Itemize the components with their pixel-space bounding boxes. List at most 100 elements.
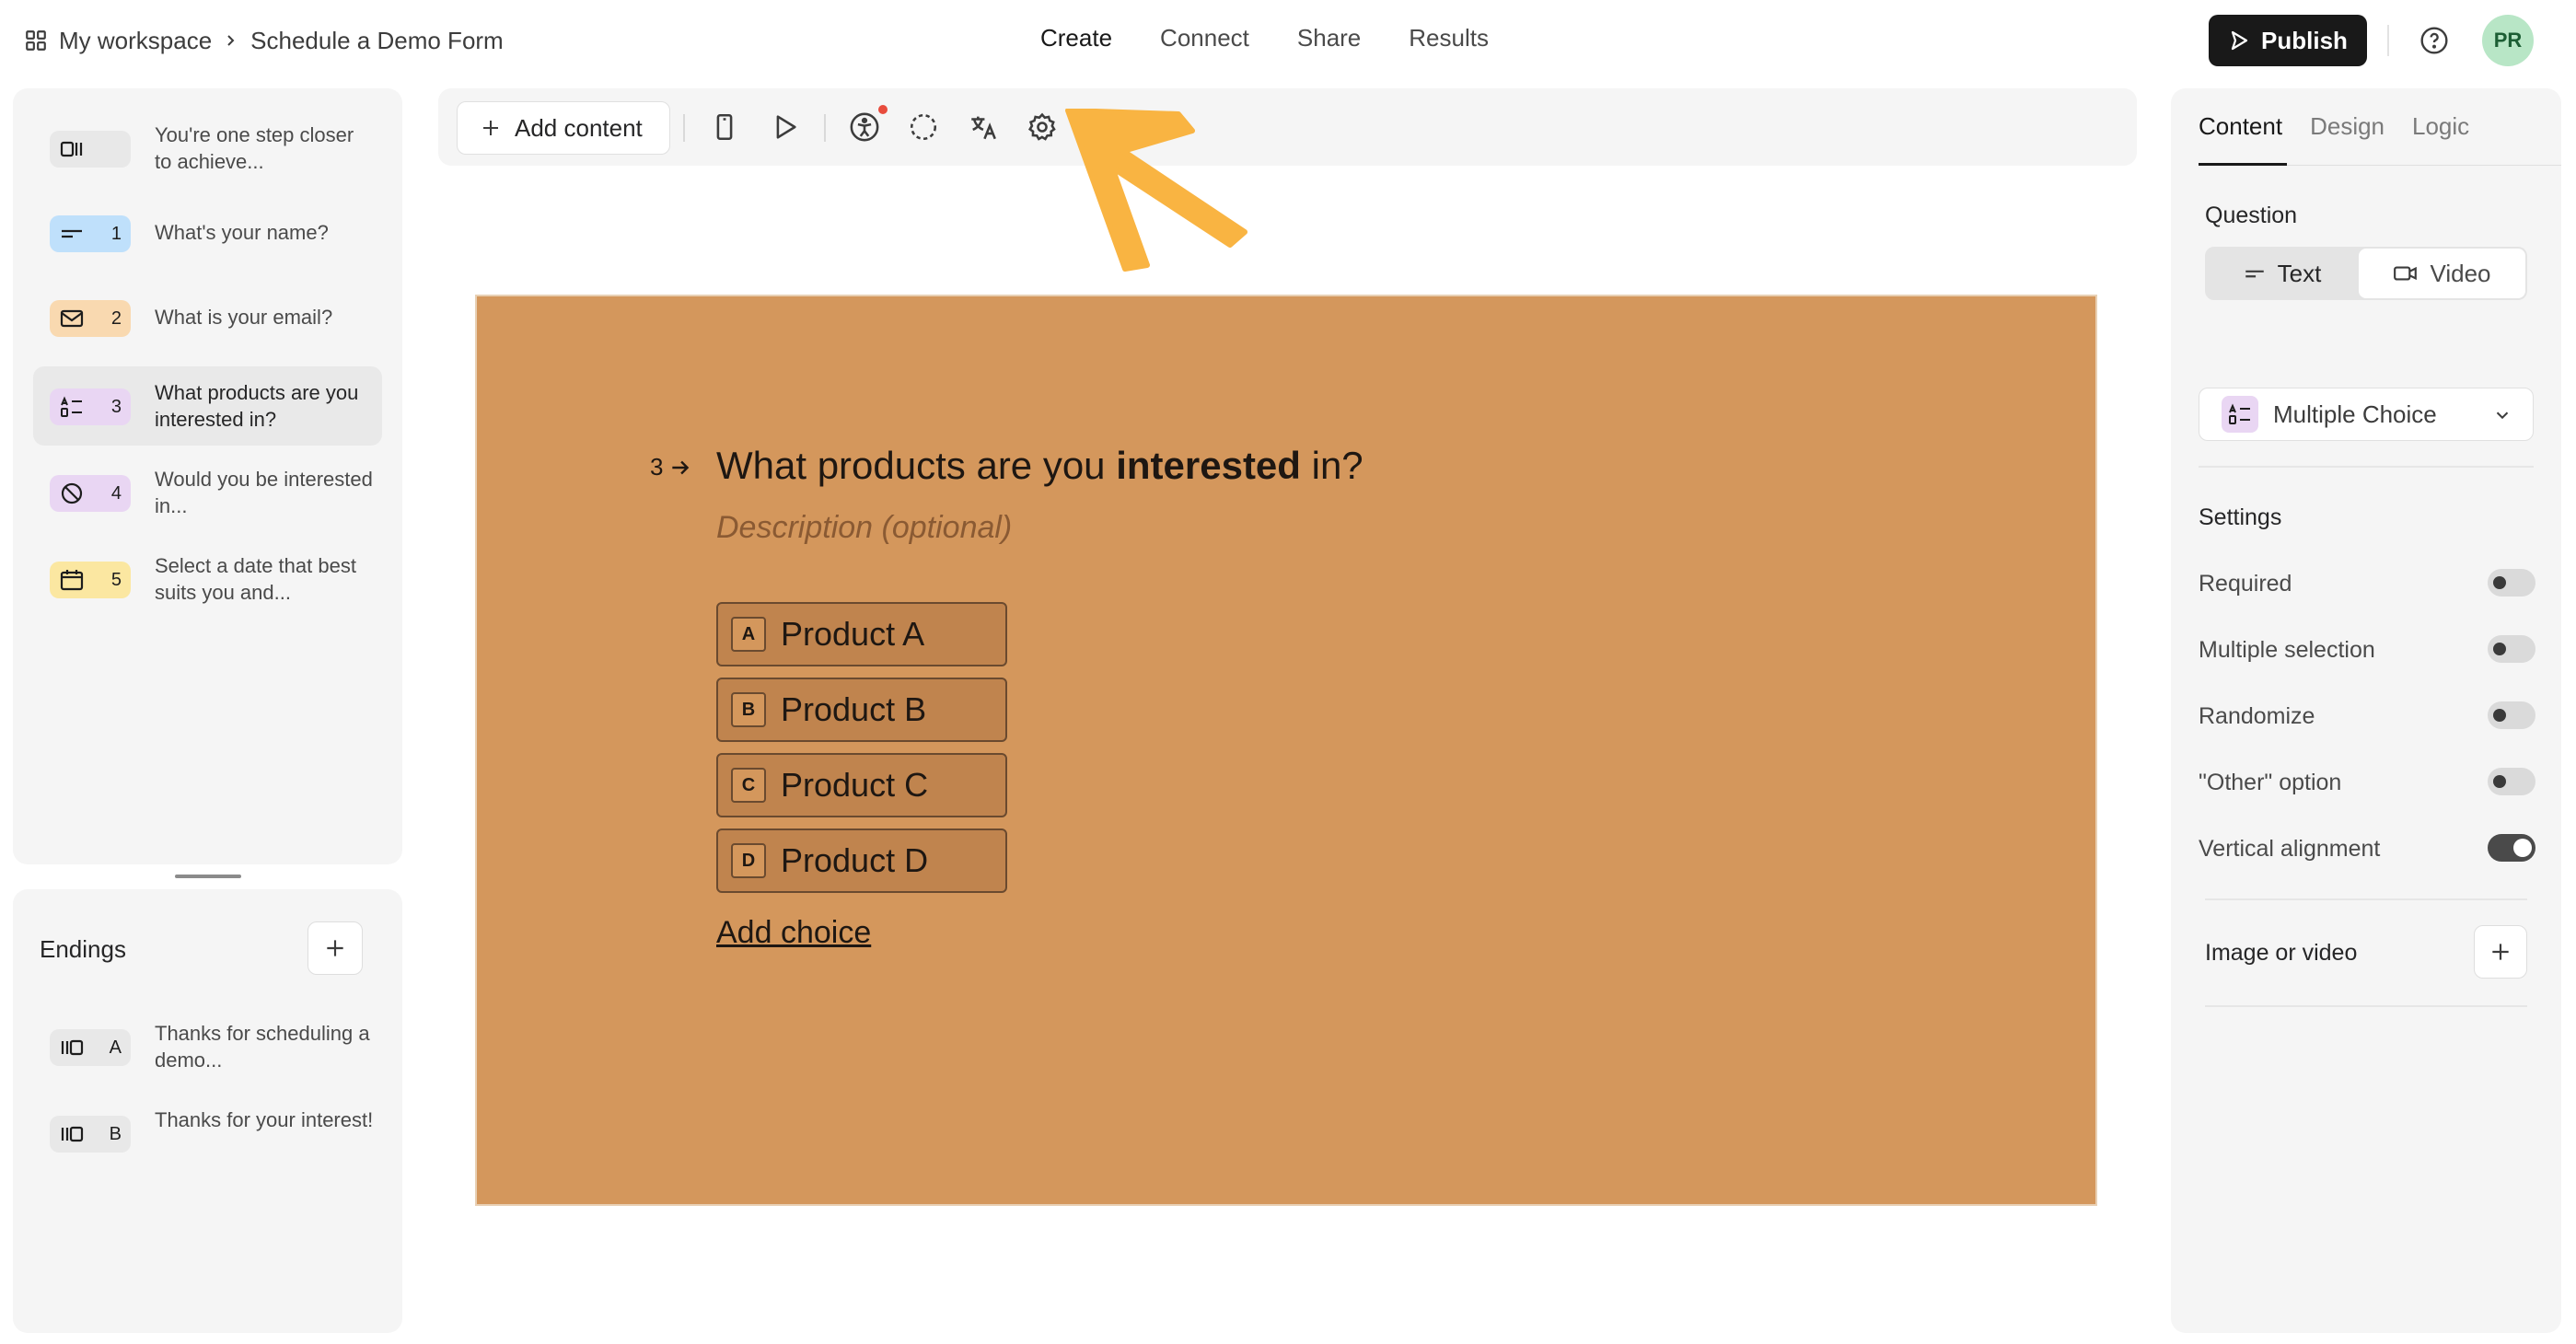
ending-badge: A	[50, 1029, 131, 1066]
question-number: 3	[650, 453, 664, 481]
image-or-video-label: Image or video	[2205, 940, 2358, 966]
question-item-3[interactable]: 3 What products are you interested in?	[33, 366, 382, 446]
choice-option[interactable]: B Product B	[716, 678, 1007, 742]
question-item-welcome[interactable]: You're one step closer to achieve...	[33, 109, 382, 188]
choice-option[interactable]: A Product A	[716, 602, 1007, 666]
question-number: 5	[110, 569, 122, 590]
question-item-5[interactable]: 5 Select a date that best suits you and.…	[33, 539, 382, 619]
tab-logic[interactable]: Logic	[2412, 112, 2469, 141]
short-text-icon	[62, 229, 82, 238]
arrow-right-icon	[672, 460, 690, 474]
properties-tabs: Content Design Logic	[2199, 112, 2469, 141]
form-preview-canvas[interactable]	[475, 295, 2097, 1206]
question-type-text-button[interactable]: Text	[2207, 249, 2357, 298]
add-image-or-video-button[interactable]	[2474, 925, 2527, 979]
question-title-part: What products are you	[716, 444, 1117, 487]
question-type-video-button[interactable]: Video	[2359, 249, 2525, 298]
question-item-1[interactable]: 1 What's your name?	[33, 193, 382, 272]
question-number: 1	[110, 223, 122, 244]
question-list-panel: You're one step closer to achieve... 1 W…	[13, 88, 402, 864]
question-badge: 3	[50, 388, 131, 425]
question-item-4[interactable]: 4 Would you be interested in...	[33, 453, 382, 532]
add-ending-button[interactable]	[307, 921, 363, 975]
ending-item-b[interactable]: B Thanks for your interest!	[33, 1094, 382, 1173]
choice-label: Product B	[781, 690, 927, 728]
choice-option[interactable]: C Product C	[716, 753, 1007, 817]
ending-screen-icon	[61, 1039, 84, 1056]
setting-randomize-toggle[interactable]	[2488, 701, 2535, 729]
question-badge: 5	[50, 562, 131, 598]
question-type-select[interactable]: Multiple Choice	[2199, 388, 2534, 441]
ending-item-a[interactable]: A Thanks for scheduling a demo...	[33, 1007, 382, 1086]
top-bar: My workspace Schedule a Demo Form Create…	[0, 0, 2576, 81]
plus-icon	[483, 121, 498, 135]
divider	[2199, 466, 2534, 468]
nav-create[interactable]: Create	[1040, 24, 1112, 57]
translate-icon[interactable]	[968, 111, 999, 143]
video-camera-icon	[2394, 266, 2418, 281]
ending-text: Thanks for scheduling a demo...	[155, 1022, 370, 1072]
nav-share[interactable]: Share	[1297, 24, 1361, 57]
choice-key: C	[731, 768, 766, 803]
question-text: Select a date that best suits you and...	[155, 554, 356, 604]
question-number: 2	[110, 307, 122, 329]
tab-design[interactable]: Design	[2310, 112, 2385, 141]
question-badge	[50, 131, 131, 168]
ending-key: A	[109, 1037, 122, 1058]
breadcrumb-workspace[interactable]: My workspace	[59, 27, 212, 55]
tab-content[interactable]: Content	[2199, 112, 2282, 141]
question-item-2[interactable]: 2 What is your email?	[33, 278, 382, 357]
choice-label: Product D	[781, 841, 929, 879]
choice-option[interactable]: D Product D	[716, 828, 1007, 893]
setting-multiple-selection-label: Multiple selection	[2199, 637, 2375, 663]
accessibility-icon[interactable]	[849, 111, 880, 143]
choice-label: Product C	[781, 766, 929, 804]
multiple-choice-icon	[2229, 403, 2250, 424]
question-type-video-label: Video	[2430, 259, 2491, 287]
ending-key: B	[109, 1123, 122, 1144]
help-icon[interactable]	[2419, 26, 2449, 55]
question-text: What is your email?	[155, 306, 333, 329]
choice-key: D	[731, 843, 766, 878]
endings-title: Endings	[40, 935, 126, 963]
question-title-part: in?	[1300, 444, 1363, 487]
panel-resize-handle[interactable]	[175, 875, 241, 878]
add-content-button[interactable]: Add content	[457, 101, 670, 155]
mobile-preview-icon[interactable]	[709, 111, 740, 143]
setting-vertical-alignment-toggle[interactable]	[2488, 834, 2535, 862]
add-choice-link[interactable]: Add choice	[716, 915, 871, 951]
question-number: 3	[110, 396, 122, 417]
choice-key: B	[731, 692, 766, 727]
ending-badge: B	[50, 1116, 131, 1153]
question-type-value: Multiple Choice	[2273, 400, 2437, 428]
ending-screen-icon	[61, 1126, 84, 1142]
divider	[683, 114, 685, 142]
breadcrumb: My workspace Schedule a Demo Form	[24, 24, 504, 57]
breadcrumb-form[interactable]: Schedule a Demo Form	[250, 27, 504, 55]
gear-icon[interactable]	[1027, 111, 1058, 143]
short-text-icon	[2245, 270, 2264, 278]
loading-timer-icon[interactable]	[908, 111, 939, 143]
publish-label: Publish	[2261, 26, 2348, 54]
setting-multiple-selection-toggle[interactable]	[2488, 635, 2535, 663]
publish-button[interactable]: Publish	[2209, 15, 2367, 66]
setting-required-toggle[interactable]	[2488, 569, 2535, 597]
envelope-icon	[60, 309, 84, 328]
ending-text: Thanks for your interest!	[155, 1108, 374, 1131]
setting-vertical-alignment-label: Vertical alignment	[2199, 836, 2381, 862]
grid-icon[interactable]	[24, 29, 48, 52]
question-title-bold: interested	[1116, 444, 1301, 487]
nav-results[interactable]: Results	[1409, 24, 1489, 57]
setting-other-option-label: "Other" option	[2199, 770, 2342, 795]
question-badge: 2	[50, 300, 131, 337]
avatar[interactable]: PR	[2482, 15, 2534, 66]
choice-label: Product A	[781, 615, 925, 653]
nav-connect[interactable]: Connect	[1160, 24, 1249, 57]
description-field[interactable]: Description (optional)	[716, 510, 1012, 546]
add-content-label: Add content	[515, 113, 643, 142]
play-preview-icon[interactable]	[769, 111, 800, 143]
question-title[interactable]: What products are you interested in?	[716, 444, 1363, 488]
plus-icon	[2492, 944, 2509, 960]
setting-other-option-toggle[interactable]	[2488, 768, 2535, 795]
question-section-label: Question	[2205, 203, 2298, 228]
